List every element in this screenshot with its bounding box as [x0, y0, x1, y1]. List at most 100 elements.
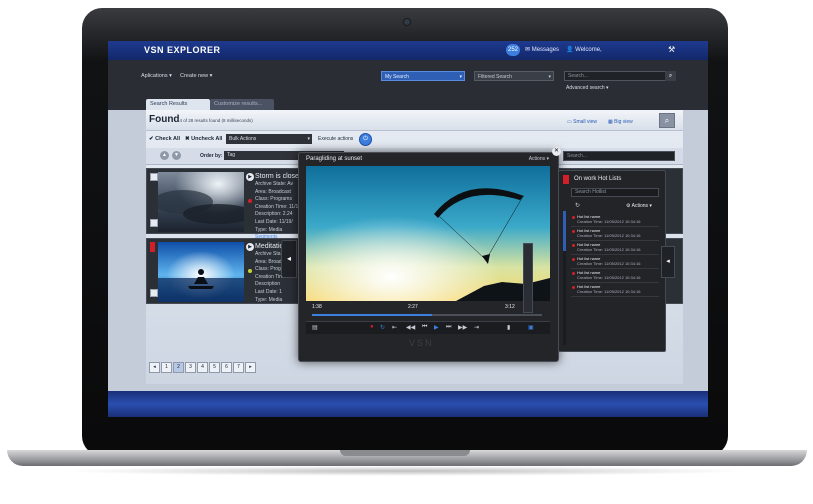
volume-slider[interactable]: [523, 243, 533, 313]
progress-bar[interactable]: [312, 314, 542, 316]
time-current: 2:27: [408, 304, 418, 310]
refresh-icon[interactable]: ↻: [575, 202, 580, 209]
collapse-panel-button[interactable]: ◂: [661, 246, 675, 278]
page-button[interactable]: 3: [185, 362, 196, 373]
play-icon[interactable]: ▶: [434, 324, 439, 331]
hotlist-time: Creation Time: 11/05/2012 10:34:16: [577, 233, 641, 238]
row-select-checkbox[interactable]: [150, 289, 158, 297]
row-select-checkbox[interactable]: [150, 219, 158, 227]
list-item[interactable]: Hot list name Creation Time: 11/05/2012 1…: [571, 269, 659, 283]
hotlist-actions-menu[interactable]: ⚙ Actions ▾: [626, 203, 652, 209]
page-button[interactable]: 1: [161, 362, 172, 373]
bulk-actions-select[interactable]: Bulk Actions ▾: [226, 134, 312, 144]
status-dot: [248, 199, 252, 203]
bookmark-icon[interactable]: ▮: [507, 324, 510, 331]
search-icon[interactable]: ⌕: [665, 71, 676, 81]
video-player: Paragliding at sunset Actions ▾ ✕ 1:38 2…: [298, 147, 561, 362]
page-title: Found: [149, 114, 180, 125]
big-view-button[interactable]: ▦ Big view: [608, 119, 633, 125]
filtered-search-label: Filtered Search: [478, 74, 512, 80]
settings-icon[interactable]: ▣: [528, 324, 534, 331]
list-item[interactable]: Hot list name Creation Time: 11/05/2012 1…: [571, 241, 659, 255]
mark-out-icon[interactable]: ⇥: [474, 324, 479, 331]
fast-forward-icon[interactable]: ▶▶: [458, 324, 467, 331]
video-frame[interactable]: [306, 166, 550, 301]
close-icon[interactable]: ✕: [552, 147, 561, 156]
bullet-icon: [572, 286, 575, 289]
next-frame-icon[interactable]: ⏭: [446, 324, 451, 331]
uncheck-all-button[interactable]: ✖ Uncheck All: [185, 136, 222, 142]
hotlists-panel: On work Hot Lists Search Hotlist ↻ ⚙ Act…: [558, 170, 666, 352]
tab-strip: Search Results Customize results...: [108, 99, 708, 110]
page-button[interactable]: 5: [209, 362, 220, 373]
tab-search-results[interactable]: Search Results: [146, 99, 210, 110]
flag-icon: [563, 175, 569, 184]
small-view-button[interactable]: ▭ Small view: [567, 119, 597, 125]
hotlist-search-input[interactable]: Search Hotlist: [571, 188, 659, 197]
loop-icon[interactable]: ↻: [380, 324, 385, 331]
results-search-input[interactable]: Search...: [563, 151, 675, 161]
sort-down-icon[interactable]: ▼: [172, 151, 181, 160]
page-button[interactable]: 7: [233, 362, 244, 373]
meditation-thumbnail[interactable]: [158, 242, 244, 302]
player-controls: ▤ ● ↻ ⇤ ◀◀ ⏮ ▶ ⏭ ▶▶ ⇥ ▮ ▣: [306, 321, 550, 334]
logo-prefix: VSN: [144, 45, 165, 55]
bullet-icon: [572, 272, 575, 275]
hotlist-time: Creation Time: 11/05/2012 10:34:16: [577, 275, 641, 280]
page-next-button[interactable]: ▸: [245, 362, 256, 373]
hotlist-flag-icon: [150, 242, 155, 252]
create-new-menu[interactable]: Create new ▾: [180, 73, 212, 79]
messages-link[interactable]: ✉ Messages: [525, 46, 559, 53]
check-all-button[interactable]: ✔ Check All: [149, 136, 180, 142]
hotlists-title: On work Hot Lists: [574, 176, 622, 182]
time-end: 3:12: [505, 304, 515, 310]
zoom-search-icon[interactable]: ⌕: [659, 113, 675, 128]
rewind-icon[interactable]: ◀◀: [406, 324, 415, 331]
uncheck-all-label: Uncheck All: [191, 136, 223, 142]
prev-frame-icon[interactable]: ⏮: [422, 324, 427, 331]
filtered-search-select[interactable]: Filtered Search ▾: [474, 71, 554, 81]
list-item[interactable]: Hot list name Creation Time: 11/05/2012 1…: [571, 283, 659, 297]
hotlist-scrollbar[interactable]: [563, 211, 566, 345]
page-button-current[interactable]: 2: [173, 362, 184, 373]
sort-up-icon[interactable]: ▲: [160, 151, 169, 160]
list-item[interactable]: Hot list name Creation Time: 11/05/2012 1…: [571, 227, 659, 241]
page-button[interactable]: 6: [221, 362, 232, 373]
tab-customize-results[interactable]: Customize results...: [210, 99, 274, 110]
scrollbar-thumb[interactable]: [563, 211, 566, 251]
bullet-icon: [572, 230, 575, 233]
player-actions-menu[interactable]: Actions ▾: [529, 156, 549, 162]
chevron-down-icon: ▾: [307, 136, 310, 142]
page-button[interactable]: 4: [197, 362, 208, 373]
time-start: 1:38: [312, 304, 322, 310]
execute-power-icon[interactable]: ⏻: [359, 133, 372, 146]
search-input[interactable]: Search...: [564, 71, 674, 81]
row-checkbox[interactable]: [150, 173, 158, 181]
film-icon[interactable]: ▤: [312, 324, 318, 331]
advanced-search-link[interactable]: Advanced search ▾: [566, 85, 609, 91]
bulk-toolbar: ✔ Check All ✖ Uncheck All Bulk Actions ▾ …: [146, 132, 683, 146]
play-icon[interactable]: ▶: [246, 243, 254, 251]
record-icon[interactable]: ●: [370, 324, 374, 330]
page-prev-button[interactable]: ◂: [149, 362, 160, 373]
my-search-select[interactable]: My Search ▾: [381, 71, 465, 81]
app-logo[interactable]: VSN EXPLORER: [144, 45, 221, 55]
messages-badge[interactable]: 252: [506, 44, 520, 56]
applications-menu[interactable]: Aplications ▾: [141, 73, 172, 79]
list-item[interactable]: Hot list name Creation Time: 11/05/2012 1…: [571, 255, 659, 269]
tools-icon[interactable]: ⚒: [668, 45, 675, 54]
prev-arrow-button[interactable]: ◂: [281, 240, 297, 278]
player-title: Paragliding at sunset: [306, 156, 363, 162]
hotlist-actions-label: Actions ▾: [631, 203, 652, 209]
mark-in-icon[interactable]: ⇤: [392, 324, 397, 331]
small-view-label: Small view: [573, 119, 598, 125]
storm-thumbnail[interactable]: [158, 172, 244, 232]
bulk-actions-label: Bulk Actions: [229, 136, 257, 142]
progress-fill: [312, 314, 432, 316]
list-item[interactable]: Hot list name Creation Time: 11/05/2012 1…: [571, 213, 659, 227]
welcome-user[interactable]: 👤 Welcome,: [566, 46, 602, 53]
play-icon[interactable]: ▶: [246, 173, 254, 181]
chevron-down-icon: ▾: [459, 74, 462, 80]
check-all-label: Check All: [155, 136, 181, 142]
order-by-label: Order by:: [200, 153, 223, 159]
